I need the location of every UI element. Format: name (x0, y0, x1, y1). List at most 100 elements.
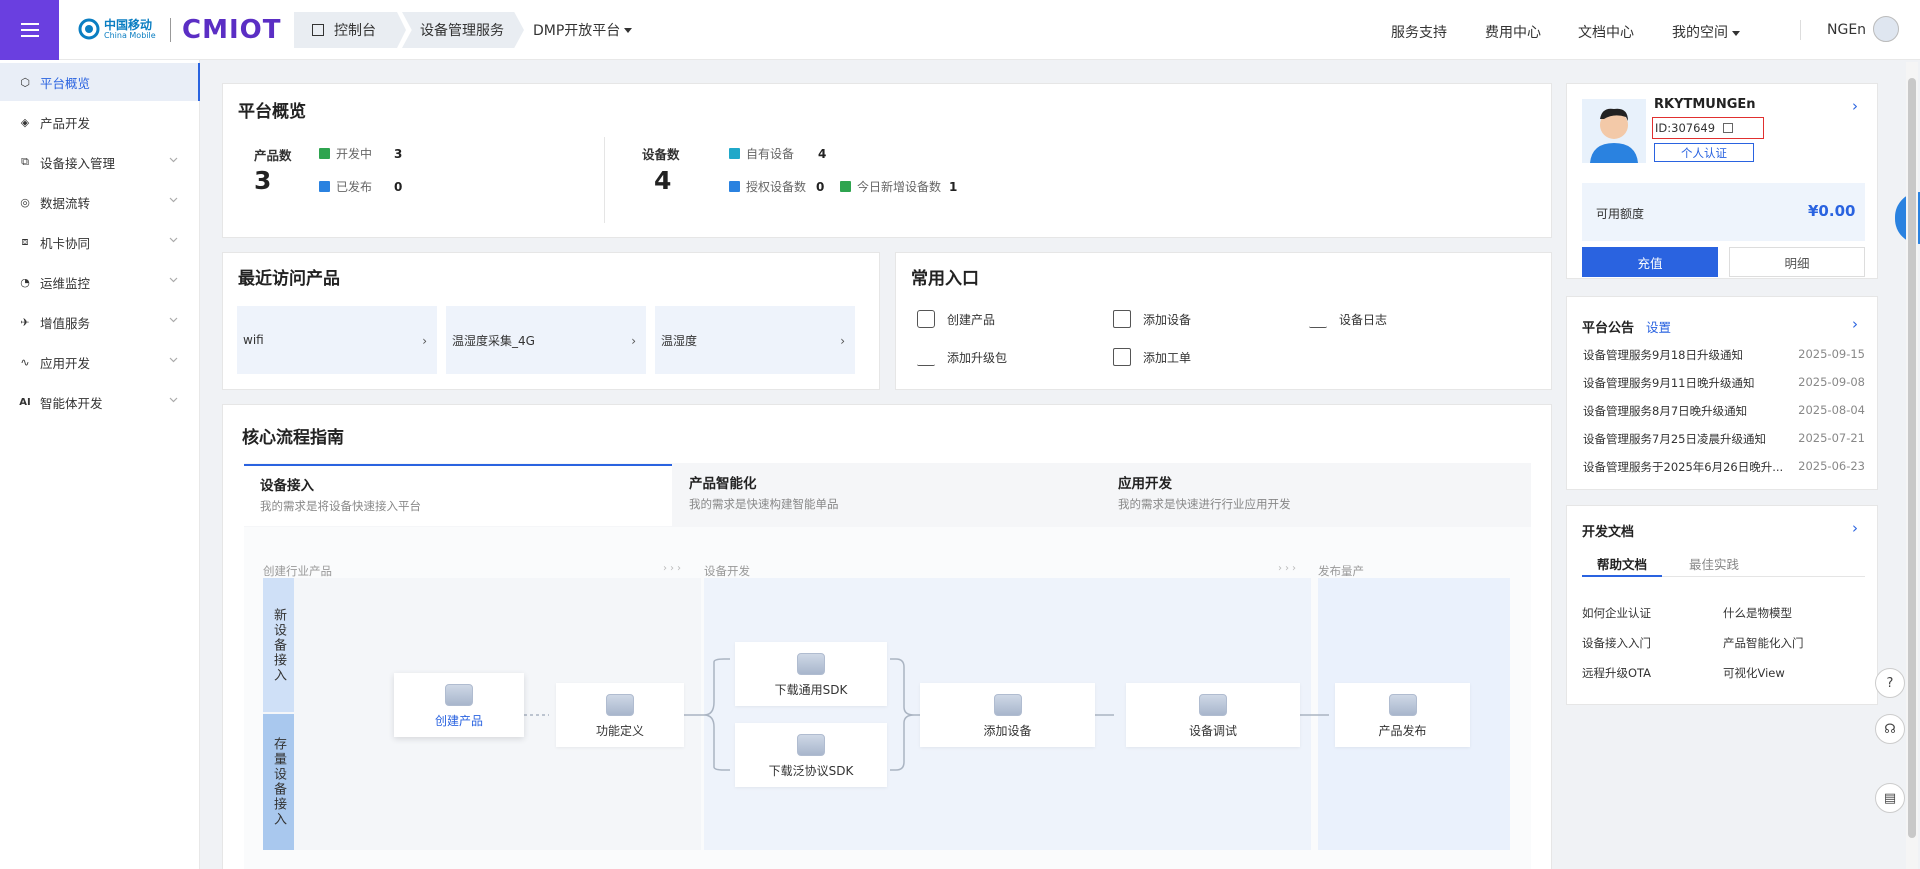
entry-add-device[interactable]: 添加设备 (1113, 310, 1191, 328)
nav-doc-center[interactable]: 文档中心 (1578, 22, 1634, 42)
nav-service-support[interactable]: 服务支持 (1391, 22, 1447, 42)
sidebar-item-data-flow[interactable]: ◎ 数据流转 (0, 183, 200, 221)
copy-icon[interactable] (1723, 123, 1734, 133)
detail-button[interactable]: 明细 (1729, 247, 1865, 277)
flow-node-product-release[interactable]: 产品发布 (1335, 683, 1470, 747)
entry-add-ticket[interactable]: 添加工单 (1113, 348, 1191, 366)
docs-tab-best-practice[interactable]: 最佳实践 (1674, 554, 1754, 577)
personal-verify-button[interactable]: 个人认证 (1654, 143, 1754, 162)
recent-products-title: 最近访问产品 (238, 269, 340, 289)
notice-date: 2025-09-08 (1798, 375, 1865, 389)
china-mobile-swirl-icon (78, 18, 100, 40)
doc-link[interactable]: 可视化View (1723, 665, 1785, 681)
chevron-right-icon[interactable]: › (1852, 519, 1858, 537)
scrollbar-thumb[interactable] (1908, 78, 1916, 838)
china-mobile-logo[interactable]: 中国移动 China Mobile (78, 18, 156, 40)
doc-link[interactable]: 什么是物模型 (1723, 605, 1792, 621)
hamburger-icon (20, 23, 39, 37)
device-add-icon (1113, 310, 1131, 328)
tab-device-access[interactable]: 设备接入 我的需求是将设备快速接入平台 (244, 464, 672, 526)
balance-label: 可用额度 (1596, 207, 1645, 221)
notice-item[interactable]: 设备管理服务9月18日升级通知 2025-09-15 (1583, 347, 1865, 363)
flow-node-download-sdk[interactable]: 下载通用SDK (735, 642, 887, 706)
today-device-label: 今日新增设备数 (857, 180, 942, 194)
notice-item[interactable]: 设备管理服务于2025年6月26日晚升... 2025-06-23 (1583, 459, 1865, 475)
breadcrumb-device-service[interactable]: 设备管理服务 (402, 12, 524, 48)
menu-toggle-button[interactable] (0, 0, 59, 60)
notice-item[interactable]: 设备管理服务8月7日晚升级通知 2025-08-04 (1583, 403, 1865, 419)
docs-tab-help[interactable]: 帮助文档 (1582, 554, 1662, 577)
entry-create-product[interactable]: 创建产品 (917, 310, 995, 328)
notice-item[interactable]: 设备管理服务7月25日凌晨升级通知 2025-07-21 (1583, 431, 1865, 447)
doc-link[interactable]: 远程升级OTA (1582, 665, 1651, 681)
release-icon (1388, 694, 1417, 716)
tab-title: 应用开发 (1118, 476, 1172, 492)
breadcrumb-console[interactable]: 控制台 (294, 12, 406, 48)
cube-icon (917, 310, 935, 328)
user-name[interactable]: NGEn (1827, 22, 1866, 38)
entry-add-upgrade-package[interactable]: 添加升级包 (917, 348, 1007, 366)
sidebar-item-product-dev[interactable]: ◈ 产品开发 (0, 103, 200, 141)
sidebar-item-sim-card[interactable]: ⧈ 机卡协同 (0, 223, 200, 261)
sidebar-item-overview[interactable]: ⬡ 平台概览 (0, 63, 200, 101)
notice-item[interactable]: 设备管理服务9月11日晚升级通知 2025-09-08 (1583, 375, 1865, 391)
sidebar-item-value-service[interactable]: ✈ 增值服务 (0, 303, 200, 341)
recent-product-item[interactable]: 温湿度采集_4G › (446, 306, 646, 374)
tab-product-intelligence[interactable]: 产品智能化 我的需求是快速构建智能单品 (673, 464, 1101, 526)
sidebar-item-app-dev[interactable]: ∿ 应用开发 (0, 343, 200, 381)
entry-device-log[interactable]: 设备日志 (1309, 310, 1387, 328)
sidebar-item-label: 应用开发 (40, 355, 91, 371)
logo-divider (170, 18, 171, 42)
sidebar-item-ai-agent[interactable]: AI 智能体开发 (0, 383, 200, 421)
user-avatar[interactable] (1873, 16, 1899, 42)
doc-link[interactable]: 如何企业认证 (1582, 605, 1651, 621)
nav-my-space-label: 我的空间 (1672, 25, 1728, 41)
nav-my-space[interactable]: 我的空间 (1672, 22, 1740, 42)
notice-date: 2025-09-15 (1798, 347, 1865, 361)
flow-node-add-device[interactable]: 添加设备 (920, 683, 1095, 747)
sidebar-item-device-access[interactable]: ⧉ 设备接入管理 (0, 143, 200, 181)
device-count-label: 设备数 (642, 147, 680, 162)
tab-title: 产品智能化 (689, 476, 757, 492)
recharge-button[interactable]: 充值 (1582, 247, 1718, 277)
sidebar (0, 60, 200, 869)
tab-subtitle: 我的需求是将设备快速接入平台 (260, 499, 421, 513)
log-list-icon (1309, 310, 1327, 328)
sidebar-item-label: 增值服务 (40, 315, 91, 331)
recent-product-item[interactable]: 温湿度 › (655, 306, 855, 374)
ai-icon: AI (19, 396, 31, 408)
chevron-right-icon[interactable]: › (1852, 97, 1858, 115)
published-count: 0 (394, 179, 403, 194)
flow-node-device-debug[interactable]: 设备调试 (1126, 683, 1300, 747)
breadcrumb-device-service-label: 设备管理服务 (420, 23, 504, 39)
recent-product-item[interactable]: wifi › (237, 306, 437, 374)
profile-avatar[interactable] (1582, 99, 1646, 163)
flow-node-download-protocol-sdk[interactable]: 下载泛协议SDK (735, 723, 887, 787)
chevron-right-icon[interactable]: › (1852, 315, 1858, 333)
flow-node-create-product[interactable]: 创建产品 (394, 673, 524, 737)
cube-icon (445, 684, 473, 706)
help-icon[interactable]: ? (1875, 668, 1905, 698)
tab-app-dev[interactable]: 应用开发 我的需求是快速进行行业应用开发 (1102, 464, 1530, 526)
own-device-icon (729, 148, 740, 159)
doc-link[interactable]: 产品智能化入门 (1723, 635, 1804, 651)
entry-label: 添加工单 (1143, 350, 1192, 365)
platform-dropdown[interactable]: DMP开放平台 (533, 12, 633, 48)
nav-billing-center[interactable]: 费用中心 (1485, 22, 1541, 42)
chevron-down-icon (169, 157, 178, 163)
flow-node-function-define[interactable]: 功能定义 (556, 683, 684, 747)
doc-link[interactable]: 设备接入入门 (1582, 635, 1651, 651)
sidebar-item-label: 运维监控 (40, 275, 91, 291)
sidebar-item-monitor[interactable]: ◔ 运维监控 (0, 263, 200, 301)
feedback-icon[interactable]: ▤ (1875, 783, 1905, 813)
notice-text: 设备管理服务8月7日晚升级通知 (1583, 404, 1748, 418)
cmiot-logo[interactable]: CMIOT (182, 14, 281, 46)
customer-service-icon[interactable]: ☊ (1875, 714, 1905, 744)
chevron-down-icon (169, 397, 178, 403)
sim-card-icon: ⧈ (21, 235, 29, 248)
notice-text: 设备管理服务9月11日晚升级通知 (1583, 376, 1755, 390)
sidebar-item-label: 平台概览 (40, 75, 91, 91)
developing-icon (319, 148, 330, 159)
tab-subtitle: 我的需求是快速构建智能单品 (689, 497, 839, 511)
notice-setting-link[interactable]: 设置 (1646, 317, 1671, 336)
